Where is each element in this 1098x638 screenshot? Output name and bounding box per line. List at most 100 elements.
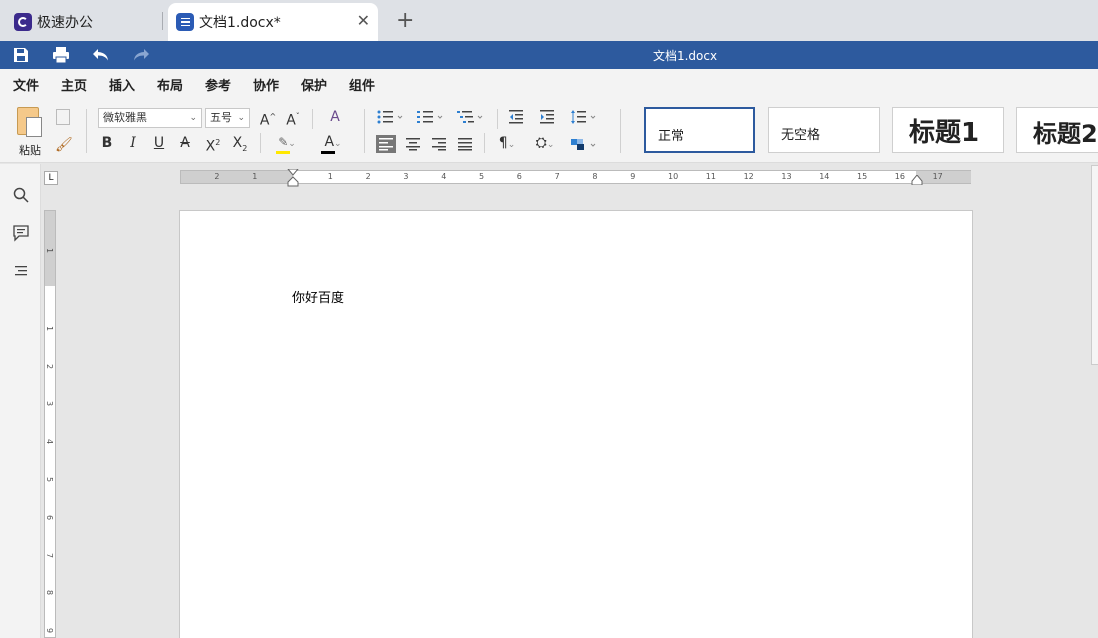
- style-normal[interactable]: 正常: [644, 107, 755, 153]
- menu-protect[interactable]: 保护: [301, 75, 327, 94]
- multilevel-list-icon[interactable]: [456, 109, 484, 125]
- ruler-number: 11: [705, 172, 716, 181]
- tab-strip: 极速办公 文档1.docx* ✕ +: [0, 0, 1098, 41]
- menu-file[interactable]: 文件: [13, 75, 39, 94]
- ruler-number: 10: [668, 172, 679, 181]
- navigation-icon[interactable]: [12, 262, 30, 280]
- ruler-number: 1: [252, 172, 258, 181]
- numbered-list-icon[interactable]: [416, 109, 444, 125]
- document-page[interactable]: 你好百度: [179, 210, 973, 638]
- line-spacing-icon[interactable]: [570, 109, 598, 125]
- search-icon[interactable]: [12, 186, 30, 204]
- subscript-icon[interactable]: X2: [229, 133, 251, 159]
- ruler-number: 9: [45, 628, 55, 634]
- document-icon: [176, 13, 194, 31]
- borders-icon[interactable]: [570, 135, 598, 153]
- right-indent-marker[interactable]: [911, 175, 923, 185]
- font-size-value: 五号: [210, 111, 232, 124]
- vertical-ruler[interactable]: 1 1 2 3 4 5 6 7 8 9: [44, 210, 56, 638]
- decrease-font-icon[interactable]: Aˇ: [283, 107, 303, 131]
- clear-format-icon[interactable]: A: [324, 107, 346, 127]
- first-line-indent-marker[interactable]: [287, 169, 299, 187]
- undo-icon[interactable]: [92, 46, 110, 64]
- decrease-indent-icon[interactable]: [508, 109, 524, 125]
- menu-plugins[interactable]: 组件: [349, 75, 375, 94]
- font-name-select[interactable]: 微软雅黑 ⌄: [98, 108, 202, 128]
- tab-stop-selector[interactable]: L: [44, 171, 58, 185]
- style-no-spacing[interactable]: 无空格: [768, 107, 880, 153]
- ruler-number: 8: [45, 590, 55, 596]
- ribbon-divider: [364, 109, 365, 153]
- close-tab-icon[interactable]: ✕: [357, 11, 370, 30]
- menu-home[interactable]: 主页: [61, 75, 88, 100]
- menu-collaborate[interactable]: 协作: [253, 75, 279, 94]
- style-heading-2[interactable]: 标题2: [1016, 107, 1098, 153]
- menu-bar: 文件 主页 插入 布局 参考 协作 保护 组件: [0, 69, 1098, 100]
- superscript-icon[interactable]: X2: [202, 133, 224, 157]
- app-logo-icon: [14, 13, 32, 31]
- ruler-number: 6: [45, 514, 55, 520]
- new-tab-button[interactable]: +: [396, 8, 414, 33]
- highlight-icon[interactable]: ✎⌄: [273, 132, 301, 154]
- style-label: 正常: [658, 129, 685, 144]
- paste-sheet-icon: [26, 117, 42, 137]
- increase-indent-icon[interactable]: [539, 109, 555, 125]
- print-icon[interactable]: [52, 46, 70, 64]
- style-heading-1[interactable]: 标题1: [892, 107, 1004, 153]
- ribbon-divider: [497, 109, 498, 129]
- ruler-number: 15: [857, 172, 868, 181]
- ruler-number: 3: [403, 172, 409, 181]
- ruler-number: 13: [781, 172, 792, 181]
- scrollbar[interactable]: [1091, 165, 1098, 365]
- ruler-number: 12: [743, 172, 754, 181]
- ruler-number: 8: [592, 172, 598, 181]
- bold-icon[interactable]: B: [98, 133, 116, 153]
- ruler-number: 4: [45, 439, 55, 445]
- paste-button[interactable]: 粘贴: [14, 107, 46, 159]
- align-left-icon[interactable]: [376, 135, 396, 153]
- tab-divider: [162, 12, 163, 30]
- paragraph-marks-icon[interactable]: ¶⌄: [492, 133, 522, 155]
- align-right-icon[interactable]: [430, 135, 448, 153]
- ruler-number: 5: [45, 476, 55, 483]
- save-icon[interactable]: [12, 46, 30, 64]
- chevron-down-icon: ⌄: [237, 113, 245, 123]
- strikethrough-icon[interactable]: A: [176, 133, 194, 153]
- ruler-left-margin: [181, 171, 293, 183]
- document-title: 文档1.docx: [652, 49, 718, 63]
- horizontal-ruler[interactable]: 2 1 1 2 3 4 5 6 7 8 9 10 11 12 13 14 15 16 17: [180, 169, 971, 187]
- shading-icon[interactable]: ⛭⌄: [530, 133, 560, 155]
- redo-icon[interactable]: [132, 46, 150, 64]
- increase-font-icon[interactable]: A^: [258, 107, 278, 131]
- font-color-bar: [321, 151, 335, 154]
- menu-layout[interactable]: 布局: [157, 75, 183, 94]
- justify-icon[interactable]: [456, 135, 474, 153]
- ruler-number: 1: [45, 325, 55, 331]
- highlight-color-bar: [276, 151, 290, 154]
- font-size-select[interactable]: 五号 ⌄: [205, 108, 250, 128]
- italic-icon[interactable]: I: [124, 133, 142, 153]
- tab-app-home[interactable]: 极速办公: [14, 3, 93, 41]
- bullet-list-icon[interactable]: [376, 109, 404, 125]
- ruler-number: 3: [45, 401, 55, 407]
- underline-icon[interactable]: U: [150, 133, 168, 153]
- paste-label: 粘贴: [19, 144, 41, 157]
- menu-references[interactable]: 参考: [205, 75, 231, 94]
- copy-icon[interactable]: [56, 109, 70, 125]
- ruler-number: 6: [516, 172, 522, 181]
- tab-document[interactable]: 文档1.docx* ✕: [168, 3, 378, 41]
- document-body-text[interactable]: 你好百度: [292, 287, 344, 306]
- ruler-number: 9: [630, 172, 636, 181]
- align-center-icon[interactable]: [404, 135, 422, 153]
- menu-insert[interactable]: 插入: [109, 75, 135, 94]
- ruler-number: 2: [45, 363, 55, 369]
- ribbon-divider: [620, 109, 621, 153]
- comment-icon[interactable]: [12, 224, 30, 242]
- tab-label: 文档1.docx*: [199, 15, 281, 31]
- ribbon-divider: [260, 133, 261, 153]
- font-color-icon[interactable]: A⌄: [318, 132, 348, 154]
- font-name-value: 微软雅黑: [103, 111, 147, 124]
- title-bar: 文档1.docx: [0, 41, 1098, 69]
- format-painter-icon[interactable]: 🖌: [55, 137, 73, 153]
- ruler-number: 2: [365, 172, 371, 181]
